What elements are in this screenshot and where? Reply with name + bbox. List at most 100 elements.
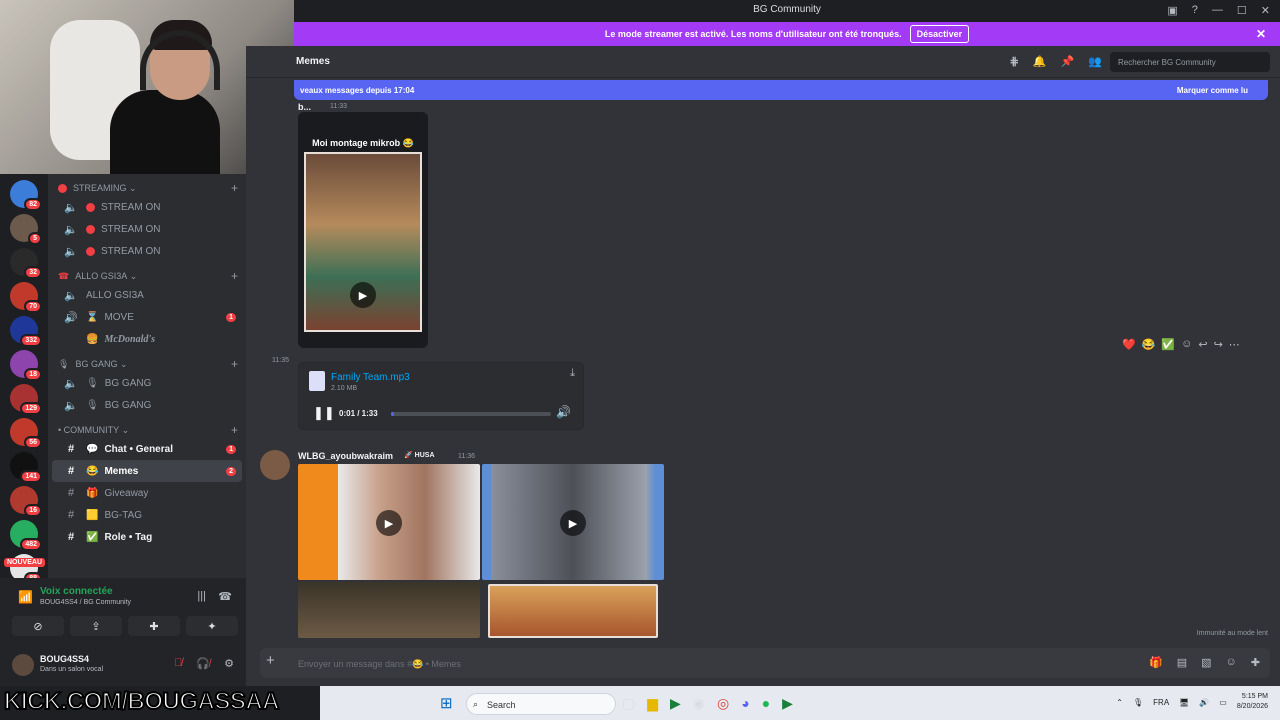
channel-item[interactable]: 🔈 🎙 BG GANG xyxy=(52,394,242,416)
gear-icon[interactable]: ⚙ xyxy=(224,657,234,670)
more-icon[interactable]: ⋯ xyxy=(1229,338,1240,351)
video-tile[interactable] xyxy=(298,582,480,638)
server-icon[interactable]: 32 xyxy=(10,248,42,279)
search-input[interactable]: Rechercher BG Community xyxy=(1110,52,1270,72)
add-channel-icon[interactable]: + xyxy=(231,423,238,437)
server-icon[interactable]: 482 xyxy=(10,520,42,551)
channel-item[interactable]: 🍔 McDonald's xyxy=(52,328,242,350)
chevron-up-icon[interactable]: ⌃ xyxy=(1116,698,1123,707)
server-icon[interactable]: 129 xyxy=(10,384,42,415)
screen-share-button[interactable]: ⇪ xyxy=(70,616,122,636)
disconnect-icon[interactable]: ☎ xyxy=(218,590,232,603)
channel-item[interactable]: 🔊 ⌛ MOVE 1 xyxy=(52,306,242,328)
streamer-app-icon[interactable]: ▶ xyxy=(782,695,793,712)
add-attachment-icon[interactable]: + xyxy=(266,652,275,669)
message-author[interactable]: WLBG_ayoubwakraim xyxy=(298,451,393,461)
spotify-icon[interactable]: ● xyxy=(762,695,770,712)
apps-icon[interactable]: ✚ xyxy=(1251,656,1260,669)
channel-item-active[interactable]: # 😂 Memes 2 xyxy=(52,460,242,482)
check-reaction-icon[interactable]: ✅ xyxy=(1161,338,1175,351)
channel-item[interactable]: # 💬 Chat • General 1 xyxy=(52,438,242,460)
gif-icon[interactable]: ▤ xyxy=(1177,656,1187,669)
download-icon[interactable]: ⤓ xyxy=(570,367,575,380)
clock[interactable]: 5:15 PM 8/20/2026 xyxy=(1237,692,1268,712)
audio-file-name[interactable]: Family Team.mp3 xyxy=(331,372,410,383)
video-attachment[interactable]: Moi montage mikrob 😂 ▶ xyxy=(298,112,428,348)
chrome-icon[interactable]: ◎ xyxy=(717,695,729,712)
close-icon[interactable]: ✕ xyxy=(1261,4,1270,17)
task-view-icon[interactable]: ▢ xyxy=(622,695,635,712)
channel-item[interactable]: 🔈 STREAM ON xyxy=(52,240,242,262)
channel-item[interactable]: 🔈 STREAM ON xyxy=(52,196,242,218)
server-icon[interactable]: 141 xyxy=(10,452,42,483)
video-tile[interactable] xyxy=(488,584,658,638)
channel-item[interactable]: 🔈 STREAM ON xyxy=(52,218,242,240)
video-tile[interactable]: ▶ xyxy=(482,464,664,580)
close-icon[interactable]: ✕ xyxy=(1256,27,1266,41)
add-channel-icon[interactable]: + xyxy=(231,181,238,195)
obs-icon[interactable]: ◉ xyxy=(693,695,705,712)
terminal-icon[interactable]: ▶ xyxy=(670,695,681,712)
add-channel-icon[interactable]: + xyxy=(231,269,238,283)
forward-icon[interactable]: ↪ xyxy=(1214,338,1223,351)
mic-muted-icon[interactable]: 🎙̸ xyxy=(174,657,182,670)
channel-item[interactable]: # 🟨 BG-TAG xyxy=(52,504,242,526)
reply-icon[interactable]: ↩ xyxy=(1198,338,1207,351)
camera-off-button[interactable]: ⊘ xyxy=(12,616,64,636)
bell-icon[interactable]: 🔔 xyxy=(1033,55,1047,68)
volume-icon[interactable]: 🔊 xyxy=(1199,698,1209,707)
pin-icon[interactable]: 📌 xyxy=(1061,55,1075,68)
channel-item[interactable]: 🔈 🎙 BG GANG xyxy=(52,372,242,394)
avatar[interactable] xyxy=(12,654,34,676)
message-input[interactable]: Envoyer un message dans #😂 • Memes xyxy=(298,659,461,670)
add-reaction-icon[interactable]: ☺ xyxy=(1181,338,1192,351)
category-community[interactable]: • COMMUNITY ⌄ + xyxy=(48,422,246,438)
soundboard-icon[interactable]: ||| xyxy=(197,590,206,602)
play-icon[interactable]: ▶ xyxy=(350,282,376,308)
deafen-icon[interactable]: 🎧̸ xyxy=(196,657,210,670)
message-author[interactable]: b... xyxy=(298,102,311,112)
server-icon[interactable]: 56 xyxy=(10,418,42,449)
category-streaming[interactable]: STREAMING ⌄ + xyxy=(48,180,246,196)
audio-progress[interactable] xyxy=(391,412,551,416)
server-icon[interactable]: 5 xyxy=(10,214,42,245)
server-icon[interactable]: 332 xyxy=(10,316,42,347)
threads-icon[interactable]: ⋕ xyxy=(1010,55,1019,68)
channel-item[interactable]: 🔈 ALLO GSI3A xyxy=(52,284,242,306)
channel-item[interactable]: # 🎁 Giveaway xyxy=(52,482,242,504)
avatar[interactable] xyxy=(260,450,290,480)
disable-streamer-button[interactable]: Désactiver xyxy=(909,25,970,43)
minimize-icon[interactable]: — xyxy=(1212,4,1223,17)
mark-read-button[interactable]: Marquer comme lu xyxy=(1177,86,1248,95)
category-bg-gang[interactable]: 🎙 BG GANG ⌄ + xyxy=(48,356,246,372)
soundboard-button[interactable]: ✦ xyxy=(186,616,238,636)
volume-icon[interactable]: 🔊 xyxy=(556,405,571,419)
play-icon[interactable]: ▶ xyxy=(560,510,586,536)
laugh-reaction-icon[interactable]: 😂 xyxy=(1142,338,1156,351)
pause-icon[interactable]: ❚❚ xyxy=(313,405,335,421)
battery-icon[interactable]: ▭ xyxy=(1219,698,1227,707)
members-icon[interactable]: 👥 xyxy=(1088,55,1102,68)
add-channel-icon[interactable]: + xyxy=(231,357,238,371)
new-messages-bar[interactable]: veaux messages depuis 17:04 Marquer comm… xyxy=(294,80,1268,100)
discord-icon[interactable]: ◕ xyxy=(741,695,749,712)
mic-icon[interactable]: 🎙 xyxy=(1133,698,1143,707)
inbox-icon[interactable]: ▣ xyxy=(1167,4,1177,17)
server-icon[interactable]: 18 xyxy=(10,350,42,381)
message-composer[interactable]: + Envoyer un message dans #😂 • Memes 🎁 ▤… xyxy=(260,648,1270,678)
maximize-icon[interactable]: ☐ xyxy=(1237,4,1247,17)
channel-item[interactable]: # ✅ Role • Tag xyxy=(52,526,242,548)
windows-start-icon[interactable]: ⊞ xyxy=(440,694,453,712)
video-tile[interactable]: ▶ xyxy=(298,464,480,580)
server-icon[interactable]: 70 xyxy=(10,282,42,313)
activities-button[interactable]: ✚ xyxy=(128,616,180,636)
sticker-icon[interactable]: ▧ xyxy=(1201,656,1211,669)
file-explorer-icon[interactable]: ▆ xyxy=(647,695,658,712)
server-icon[interactable]: 16 xyxy=(10,486,42,517)
heart-reaction-icon[interactable]: ❤️ xyxy=(1122,338,1136,351)
network-icon[interactable]: 🖥 xyxy=(1179,698,1189,707)
help-icon[interactable]: ? xyxy=(1192,4,1198,17)
taskbar-search[interactable]: ⌕ Search xyxy=(466,693,616,715)
language-indicator[interactable]: FRA xyxy=(1153,698,1169,707)
play-icon[interactable]: ▶ xyxy=(376,510,402,536)
